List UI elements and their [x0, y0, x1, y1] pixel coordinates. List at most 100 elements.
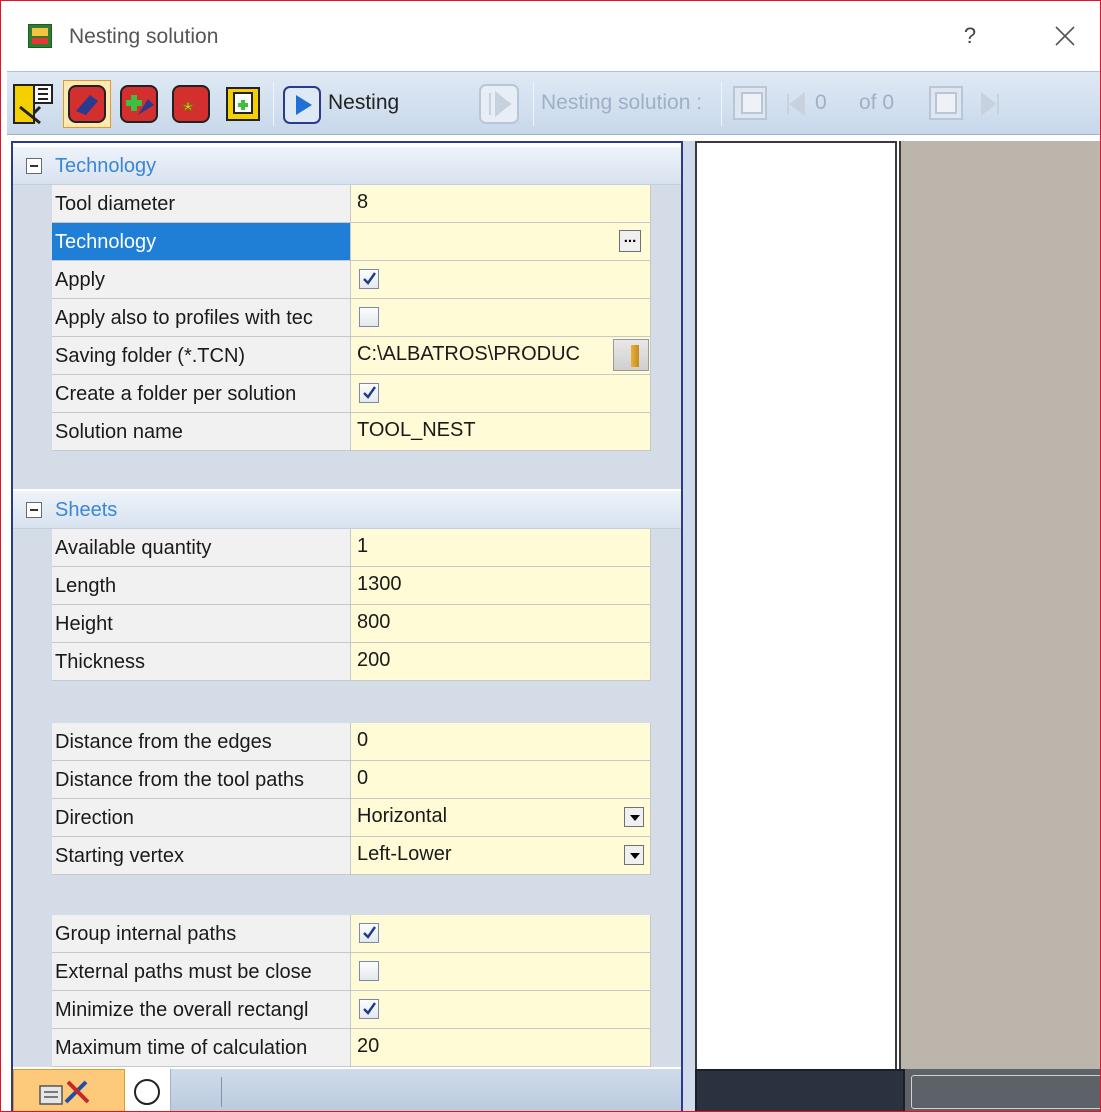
sheet-next-icon	[929, 86, 963, 120]
collapse-icon[interactable]	[26, 502, 42, 518]
preview-status-bar	[695, 1069, 905, 1111]
available-quantity-field[interactable]: 1	[351, 529, 651, 567]
favorite-part-button[interactable]	[167, 80, 215, 128]
minimize-rectangle-checkbox[interactable]	[359, 999, 379, 1019]
available-quantity-row: Available quantity 1	[13, 529, 681, 567]
nesting-label: Nesting	[328, 91, 400, 114]
apply-row: Apply	[13, 261, 681, 299]
group-label: Sheets	[55, 499, 118, 521]
parts-button[interactable]	[63, 80, 111, 128]
add-part-icon	[120, 85, 158, 123]
toolbar-separator	[721, 82, 722, 126]
property-label: Starting vertex	[52, 837, 351, 875]
length-row: Length 1300	[13, 567, 681, 605]
max-time-field[interactable]: 20	[351, 1029, 651, 1067]
toolbar-separator	[273, 82, 274, 126]
property-label: Available quantity	[52, 529, 351, 567]
property-label: Length	[52, 567, 351, 605]
starting-vertex-row: Starting vertex Left-Lower	[13, 837, 681, 875]
group-internal-paths-row: Group internal paths	[13, 915, 681, 953]
tab-properties[interactable]	[13, 1069, 125, 1111]
apply-checkbox[interactable]	[359, 269, 379, 289]
external-paths-checkbox[interactable]	[359, 961, 379, 981]
help-button[interactable]: ?	[955, 19, 985, 53]
minimize-rectangle-field	[351, 991, 651, 1029]
toolbar: Nesting Nesting solution : 0 of 0	[7, 71, 1100, 135]
saving-folder-field[interactable]: C:\ALBATROS\PRODUC	[351, 337, 651, 375]
apply-field	[351, 261, 651, 299]
add-part-button[interactable]	[115, 80, 163, 128]
browse-technology-button[interactable]: ...	[619, 230, 641, 252]
sheet-previous-icon	[733, 86, 767, 120]
part-icon	[68, 85, 106, 123]
property-label: Distance from the edges	[52, 723, 351, 761]
nesting-preview-canvas[interactable]	[899, 141, 1100, 1069]
technology-row: Technology ...	[13, 223, 681, 261]
distance-edges-field[interactable]: 0	[351, 723, 651, 761]
property-label: Apply also to profiles with tec	[52, 299, 351, 337]
direction-select[interactable]: Horizontal	[351, 799, 651, 837]
nesting-button[interactable]: Nesting	[279, 80, 439, 128]
step-button[interactable]	[475, 80, 525, 128]
sheet-grid-icon	[13, 84, 53, 125]
group-label: Technology	[55, 155, 157, 177]
first-icon[interactable]	[785, 92, 807, 116]
create-folder-row: Create a folder per solution	[13, 375, 681, 413]
nesting-solution-label: Nesting solution :	[541, 91, 703, 114]
height-field[interactable]: 800	[351, 605, 651, 643]
tab-separator	[221, 1077, 222, 1107]
length-field[interactable]: 1300	[351, 567, 651, 605]
previous-solution-button[interactable]	[729, 80, 775, 128]
external-paths-row: External paths must be close	[13, 953, 681, 991]
technology-group-header[interactable]: Technology	[13, 147, 681, 185]
row-spacer	[13, 681, 681, 723]
thickness-row: Thickness 200	[13, 643, 681, 681]
property-label: Thickness	[52, 643, 351, 681]
star-part-icon	[172, 85, 210, 123]
distance-tool-paths-field[interactable]: 0	[351, 761, 651, 799]
nesting-solution-window: Nesting solution ? Nesting Nesting solut…	[0, 0, 1101, 1112]
close-icon	[1055, 26, 1075, 46]
property-label: Group internal paths	[52, 915, 351, 953]
next-solution-button[interactable]	[923, 80, 969, 128]
solution-name-field[interactable]: TOOL_NEST	[351, 413, 651, 451]
browse-folder-button[interactable]	[613, 339, 649, 371]
tab-shapes[interactable]	[125, 1069, 171, 1111]
sheets-group-header[interactable]: Sheets	[13, 491, 681, 529]
toolbar-separator	[533, 82, 534, 126]
property-label: External paths must be close	[52, 953, 351, 991]
property-label: Tool diameter	[52, 185, 351, 223]
direction-row: Direction Horizontal	[13, 799, 681, 837]
close-button[interactable]	[1045, 19, 1085, 53]
property-label[interactable]: Technology	[52, 223, 351, 261]
create-folder-field	[351, 375, 651, 413]
collapse-icon[interactable]	[26, 158, 42, 174]
group-internal-paths-checkbox[interactable]	[359, 923, 379, 943]
property-label: Distance from the tool paths	[52, 761, 351, 799]
tools-icon	[39, 1080, 90, 1105]
chevron-down-icon[interactable]	[624, 845, 644, 865]
starting-vertex-select[interactable]: Left-Lower	[351, 837, 651, 875]
create-folder-checkbox[interactable]	[359, 383, 379, 403]
solution-current-index: 0	[815, 91, 827, 114]
tool-diameter-field[interactable]: 8	[351, 185, 651, 223]
properties-panel: Technology Tool diameter 8 Technology ..…	[11, 141, 683, 1069]
horizontal-scrollbar[interactable]	[905, 1069, 1100, 1111]
import-button[interactable]	[219, 80, 267, 128]
thickness-field[interactable]: 200	[351, 643, 651, 681]
property-label: Solution name	[52, 413, 351, 451]
solution-name-row: Solution name TOOL_NEST	[13, 413, 681, 451]
solution-total: of 0	[859, 91, 895, 114]
chevron-down-icon[interactable]	[624, 807, 644, 827]
parts-list-view[interactable]	[695, 141, 897, 1069]
panel-divider[interactable]	[683, 141, 695, 1111]
sheet-view-button[interactable]	[9, 80, 57, 128]
panel-tab-strip	[11, 1069, 683, 1111]
saving-folder-row: Saving folder (*.TCN) C:\ALBATROS\PRODUC	[13, 337, 681, 375]
property-label: Create a folder per solution	[52, 375, 351, 413]
apply-profiles-checkbox[interactable]	[359, 307, 379, 327]
last-icon[interactable]	[979, 92, 1001, 116]
checkmark-icon	[363, 386, 376, 399]
technology-field[interactable]	[351, 223, 651, 261]
window-title: Nesting solution	[69, 25, 219, 48]
